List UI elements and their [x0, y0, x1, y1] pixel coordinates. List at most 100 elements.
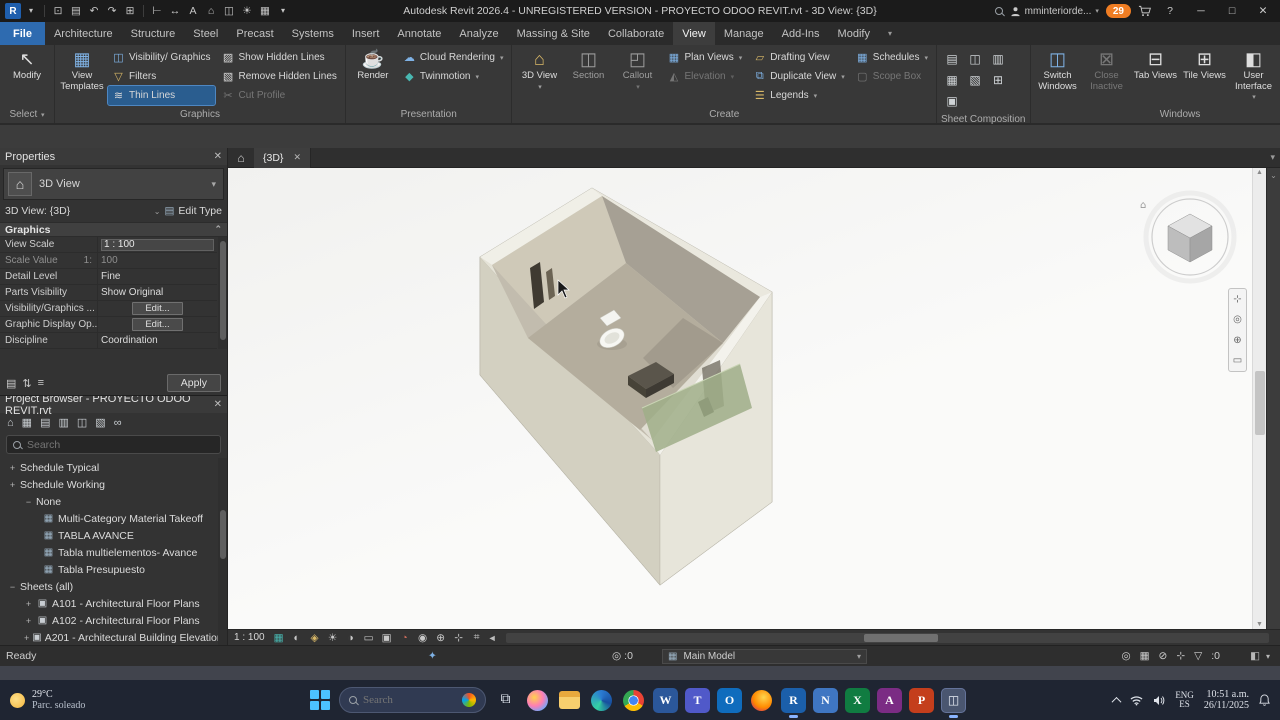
crop-view-icon[interactable]: ▭ [362, 632, 376, 644]
scroll-up-icon[interactable]: ▲ [1253, 169, 1266, 176]
browser-groups-icon[interactable]: ▧ [95, 416, 105, 429]
select-links-icon[interactable]: ◎ [1121, 650, 1130, 662]
displace-elements-icon[interactable]: ⌗ [470, 631, 484, 644]
model-3d-view[interactable]: ⌂ [228, 168, 1252, 629]
filter-icon[interactable]: ▽ [1194, 650, 1202, 662]
tree-item-multi-category[interactable]: ▦ Multi-Category Material Takeoff [0, 510, 227, 527]
help-button[interactable]: ? [1158, 5, 1182, 17]
vertical-scrollbar[interactable]: ▲ ▼ [1252, 168, 1266, 629]
panel-graphics-label[interactable]: Graphics [55, 108, 345, 123]
account-menu[interactable]: mminteriorde... ▾ [1010, 6, 1099, 17]
teams-button[interactable]: T [685, 687, 710, 713]
plan-views-button[interactable]: ▦ Plan Views ▾ [663, 48, 746, 67]
file-explorer-button[interactable] [557, 688, 582, 713]
3d-view-button[interactable]: ⌂ 3D View ▾ [516, 47, 562, 106]
tab-precast[interactable]: Precast [227, 22, 282, 45]
type-selector-chevron-icon[interactable]: ▾ [211, 179, 219, 190]
detail-level-icon[interactable]: ▦ [272, 632, 286, 644]
scroll-left-icon[interactable]: ◄ [488, 633, 497, 643]
modify-button[interactable]: ↖ Modify [4, 47, 50, 106]
expander-icon[interactable]: + [24, 633, 29, 643]
apply-button[interactable]: Apply [166, 374, 221, 392]
tree-item-a102[interactable]: + ▣ A102 - Architectural Floor Plans [0, 612, 227, 629]
weather-widget[interactable]: 29°C Parc. soleado [0, 689, 95, 712]
view-templates-button[interactable]: ▦ View Templates [59, 47, 105, 106]
show-crop-icon[interactable]: ▣ [380, 632, 394, 644]
sun-path-icon[interactable]: ◈ [308, 632, 322, 644]
scrollbar-thumb[interactable] [864, 633, 939, 642]
firefox-button[interactable] [749, 688, 774, 713]
sort-grouped-icon[interactable]: ≡ [38, 377, 44, 389]
detail-level-value[interactable]: Fine [98, 269, 217, 284]
tree-item-tabla-presupuesto[interactable]: ▦ Tabla Presupuesto [0, 561, 227, 578]
browser-families-icon[interactable]: ◫ [77, 416, 87, 429]
customize-qat-chevron-icon[interactable]: ▾ [275, 0, 291, 22]
twinmotion-button[interactable]: ◆ Twinmotion ▾ [399, 67, 508, 86]
switch-windows-button[interactable]: ◫ Switch Windows [1035, 47, 1081, 106]
expander-icon[interactable]: + [8, 463, 17, 473]
guide-grid-icon[interactable]: ▦ [941, 70, 963, 90]
properties-close-icon[interactable]: ✕ [214, 151, 222, 162]
app-menu-chevron-icon[interactable]: ▾ [23, 0, 39, 22]
duplicate-view-button[interactable]: ⧉ Duplicate View ▾ [749, 67, 848, 86]
panel-presentation-label[interactable]: Presentation [346, 108, 512, 123]
show-hidden-lines-button[interactable]: ▨ Show Hidden Lines [218, 48, 341, 67]
tab-insert[interactable]: Insert [343, 22, 389, 45]
tree-item-tabla-multielementos[interactable]: ▦ Tabla multielementos- Avance [0, 544, 227, 561]
aligned-dimension-icon[interactable]: ↔ [167, 0, 183, 22]
measure-icon[interactable]: ⊢ [149, 0, 165, 22]
callout-button[interactable]: ◰ Callout ▾ [614, 47, 660, 106]
panel-select-label[interactable]: Select ▾ [0, 108, 54, 123]
schedules-button[interactable]: ▦ Schedules ▾ [852, 48, 932, 67]
browser-home-icon[interactable]: ⌂ [7, 417, 14, 429]
expander-icon[interactable]: − [24, 497, 33, 507]
start-button[interactable] [308, 688, 332, 712]
cart-icon[interactable] [1138, 5, 1151, 17]
clock-widget[interactable]: 10:51 a.m. 26/11/2025 [1204, 689, 1249, 712]
tab-modify[interactable]: Modify [829, 22, 879, 45]
revisions-icon[interactable]: ▥ [987, 49, 1009, 69]
cloud-rendering-button[interactable]: ☁ Cloud Rendering ▾ [399, 48, 508, 67]
maximize-button[interactable]: □ [1220, 5, 1244, 17]
properties-header[interactable]: Properties ✕ [0, 148, 227, 165]
expander-icon[interactable]: + [24, 616, 33, 626]
panel-create-label[interactable]: Create [512, 108, 936, 123]
excel-button[interactable]: X [845, 687, 870, 713]
view-tab-list-chevron-icon[interactable]: ▾ [1270, 152, 1275, 163]
tree-item-tabla-avance[interactable]: ▦ TABLA AVANCE [0, 527, 227, 544]
trial-days-badge[interactable]: 29 [1105, 4, 1131, 18]
tab-file[interactable]: File [0, 22, 45, 45]
render-preview-icon[interactable]: ◑ [344, 632, 358, 644]
view-cube[interactable]: ⌂ [1140, 190, 1237, 284]
select-underlay-icon[interactable]: ▦ [1140, 650, 1150, 662]
tree-item-schedule-typical[interactable]: + Schedule Typical [0, 459, 227, 476]
tab-view[interactable]: View [673, 22, 715, 45]
properties-help-icon[interactable]: ▤ [6, 377, 16, 390]
properties-scrollbar[interactable] [218, 237, 227, 349]
drafting-view-button[interactable]: ▱ Drafting View [749, 48, 848, 67]
revit-logo-icon[interactable]: R [5, 3, 21, 19]
hidden-icons-chevron-icon[interactable] [1111, 696, 1122, 707]
wifi-icon[interactable] [1130, 695, 1143, 706]
visibility-graphics-button[interactable]: ◫ Visibility/ Graphics [108, 48, 215, 67]
browser-schedules-icon[interactable]: ▥ [58, 416, 68, 429]
navigation-bar[interactable]: ⊹ ◎ ⊕ ▭ [1228, 288, 1247, 372]
matchline-icon[interactable]: ▧ [964, 70, 986, 90]
discipline-value[interactable]: Coordination [98, 333, 217, 348]
tab-architecture[interactable]: Architecture [45, 22, 122, 45]
legends-button[interactable]: ☰ Legends ▾ [749, 86, 848, 105]
tree-item-a201[interactable]: + ▣ A201 - Architectural Building Elevatio… [0, 629, 227, 645]
tab-annotate[interactable]: Annotate [388, 22, 450, 45]
instance-chevron-icon[interactable]: ⌄ [154, 207, 161, 216]
browser-links-icon[interactable]: ∞ [114, 417, 122, 429]
tab-manage[interactable]: Manage [715, 22, 773, 45]
select-by-face-icon[interactable]: ⊹ [1176, 650, 1185, 662]
section-icon[interactable]: ◫ [221, 0, 237, 22]
scrollbar-thumb[interactable] [219, 510, 226, 559]
taskbar-search-input[interactable] [363, 694, 441, 706]
section-collapse-icon[interactable]: ⌃ [214, 224, 222, 235]
tab-massing-site[interactable]: Massing & Site [508, 22, 599, 45]
tree-item-none[interactable]: − None [0, 493, 227, 510]
schedule-icon[interactable]: ▦ [257, 0, 273, 22]
scroll-down-icon[interactable]: ▼ [1253, 621, 1266, 628]
